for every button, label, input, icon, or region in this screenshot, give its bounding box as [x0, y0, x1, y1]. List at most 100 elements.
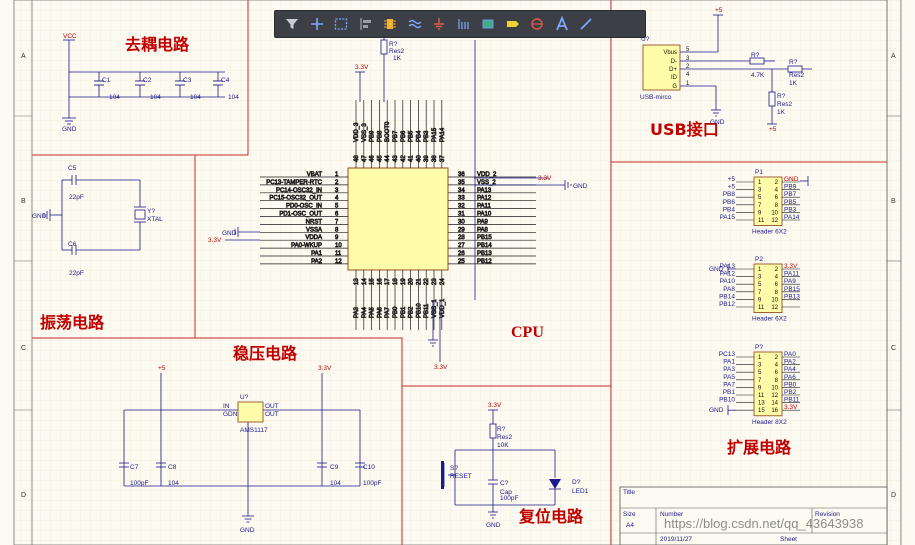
reset-led-ref: D?	[572, 479, 581, 486]
mcu-right-pin-name: PA11	[477, 204, 491, 210]
watermark-text: https://blog.csdn.net/qq_43643938	[664, 516, 864, 531]
reset-r-val: Res2	[497, 434, 513, 441]
header-net-right: PB3	[784, 206, 797, 213]
sheet-symbol-icon[interactable]	[477, 13, 499, 35]
schematic-sheet[interactable]: A B C D A B C D 去耦电路 VCC GND C1 104 C2 104 C…	[0, 0, 915, 545]
usb-r3-ref: R?	[777, 93, 786, 100]
usb-r1-val: 4.7K	[751, 72, 765, 79]
decap-value: 104	[150, 94, 161, 101]
decap-ref: C3	[183, 77, 192, 84]
usb-r1-ref: R?	[751, 52, 760, 59]
mcu-top-pin-num: 37	[440, 155, 446, 162]
header-net-right: PB0	[784, 381, 797, 388]
header-net-right: PA4	[784, 366, 796, 373]
mcu-bottom-pin-num: 17	[385, 278, 391, 285]
section-title-oscillator: 振荡电路	[40, 313, 105, 332]
usb-r3-k: 1K	[777, 109, 786, 116]
mcu-right-pin-name: PA12	[477, 196, 492, 202]
mcu-left-pin-name: VDDA	[305, 235, 322, 241]
mcu-bottom-pin-name: PA4	[362, 306, 368, 318]
header-net-left: PB10	[719, 397, 735, 404]
select-rect-icon[interactable]	[330, 13, 352, 35]
cpu-3v3-left: 3.3V	[208, 237, 222, 244]
mcu-left-pin-name: NRST	[306, 219, 323, 225]
decap-value: 104	[228, 94, 239, 101]
mcu-top-pin-num: 44	[385, 155, 391, 162]
mcu-top-pin-name: VSS_3	[362, 123, 368, 142]
wire-icon[interactable]	[404, 13, 426, 35]
mcu-top-pin-name: PB9	[370, 130, 376, 142]
header-part: Header 6X2	[752, 316, 787, 323]
header-net-left: PB8	[723, 191, 736, 198]
cpu-3v3-top: 3.3V	[355, 64, 369, 71]
mcu-left-pin-name: PA2	[311, 259, 323, 265]
header-net-right: PB13	[784, 293, 800, 300]
usb-part: USB-mirco	[640, 94, 672, 101]
reg-gnd-pin: GDN	[223, 411, 238, 418]
no-erc-icon[interactable]	[526, 13, 548, 35]
c5-value: 22pF	[69, 194, 84, 201]
zone-label-b-right: B	[891, 198, 896, 205]
header-net-right: PA14	[784, 214, 800, 221]
net-label-icon[interactable]	[502, 13, 524, 35]
header-net-right: 3.3V	[784, 404, 798, 411]
mcu-top-pin-name: PA15	[432, 127, 438, 142]
cpu-3v3-bottom: 3.3V	[434, 364, 448, 371]
zone-label-c-left: C	[21, 345, 26, 352]
reset-c-ref: C?	[500, 480, 509, 487]
reg-gnd-label: GND	[240, 527, 255, 534]
mcu-right-pin-name: PB13	[477, 251, 492, 257]
sheet-label: Sheet	[780, 536, 797, 543]
mcu-bottom-pin-num: 21	[416, 278, 422, 285]
header-pin-num: 12	[771, 218, 778, 224]
section-title-usb: USB接口	[650, 120, 719, 139]
mcu-top-pin-name: VDD_3	[354, 122, 360, 142]
header-pin-num: 11	[758, 393, 765, 399]
header-net-right: PB15	[784, 286, 800, 293]
mcu-bottom-pin-name: PB2	[409, 306, 415, 318]
zone-label-a-right: A	[891, 53, 896, 60]
mcu-left-pin-name: PD1-OSC_OUT	[279, 212, 322, 218]
filter-icon[interactable]	[281, 13, 303, 35]
mcu-bottom-pin-num: 13	[354, 278, 360, 285]
zone-label-c-right: C	[891, 345, 896, 352]
crystal-value: XTAL	[147, 216, 163, 223]
power-port-icon[interactable]	[428, 13, 450, 35]
header-net-right: PB5	[784, 199, 797, 206]
usb-plus5-b: +5	[769, 126, 777, 133]
mcu-right-pin-name: PA13	[477, 188, 492, 194]
mcu-body[interactable]	[347, 167, 449, 271]
reset-c-val2: 100pF	[500, 495, 518, 502]
text-icon[interactable]	[551, 13, 573, 35]
mcu-top-pin-name: PB6	[401, 130, 407, 142]
header-pin-num: 10	[771, 385, 778, 391]
mcu-top-pin-num: 39	[424, 155, 430, 162]
cpu-gnd-left: GND	[222, 230, 237, 237]
reset-gnd: GND	[486, 522, 501, 529]
c10-value: 100pF	[363, 480, 381, 487]
align-icon[interactable]	[355, 13, 377, 35]
bus-icon[interactable]	[453, 13, 475, 35]
header-net-left: PB4	[723, 206, 736, 213]
zone-label-d-right: D	[891, 492, 896, 499]
header-net-left: PA5	[723, 374, 735, 381]
header-pin-num: 10	[771, 210, 778, 216]
section-title-reset: 复位电路	[518, 507, 584, 526]
header-net-right: PB7	[784, 191, 797, 198]
mcu-top-pin-name: PB3	[424, 130, 430, 142]
usb-pin-name: D+	[669, 67, 677, 73]
mcu-top-pin-name: BOOT0	[385, 121, 391, 142]
mcu-bottom-pin-num: 22	[424, 278, 430, 285]
mcu-top-pin-name: PB4	[416, 130, 422, 142]
line-icon[interactable]	[575, 13, 597, 35]
zone-label-b-left: B	[21, 198, 26, 205]
reg-in-pin: IN	[223, 403, 230, 410]
size-value: A4	[626, 522, 634, 529]
section-title-regulator: 稳压电路	[233, 344, 298, 363]
mcu-right-pin-num: 29	[458, 227, 465, 233]
mcu-top-pin-name: PB5	[409, 130, 415, 142]
c10-ref: C10	[363, 464, 375, 471]
mcu-top-pin-num: 40	[416, 155, 422, 162]
cross-probe-icon[interactable]	[306, 13, 328, 35]
part-icon[interactable]	[379, 13, 401, 35]
